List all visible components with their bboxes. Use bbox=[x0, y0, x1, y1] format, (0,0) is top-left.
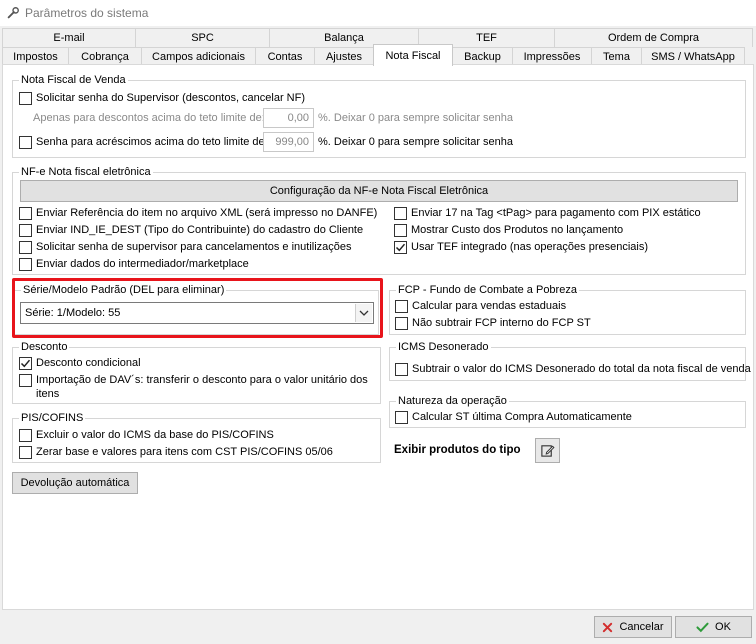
group-nota-fiscal-venda: Nota Fiscal de Venda Solicitar senha do … bbox=[12, 73, 746, 158]
check-row-calcular-st[interactable]: Calcular ST última Compra Automaticament… bbox=[395, 410, 632, 424]
label-apenas-descontos: Apenas para descontos acima do teto limi… bbox=[33, 112, 265, 124]
check-row-zerar-base[interactable]: Zerar base e valores para itens com CST … bbox=[19, 445, 333, 459]
importacao-line-2: itens bbox=[36, 388, 60, 400]
checkbox-intermediador[interactable] bbox=[19, 258, 32, 271]
group-desconto: Desconto Desconto condicional Importação… bbox=[12, 340, 381, 404]
check-row-pix-estatico[interactable]: Enviar 17 na Tag <tPag> para pagamento c… bbox=[394, 206, 701, 220]
tab-ordem-compra[interactable]: Ordem de Compra bbox=[554, 28, 753, 47]
tab-spc[interactable]: SPC bbox=[135, 28, 270, 47]
checkbox-zerar-base[interactable] bbox=[19, 446, 32, 459]
cancel-button[interactable]: Cancelar bbox=[594, 616, 672, 638]
check-row-usar-tef[interactable]: Usar TEF integrado (nas operações presen… bbox=[394, 240, 648, 254]
legend-nota-fiscal-venda: Nota Fiscal de Venda bbox=[19, 73, 128, 87]
checkbox-calcular-st[interactable] bbox=[395, 411, 408, 424]
group-icms-desonerado: ICMS Desonerado Subtrair o valor do ICMS… bbox=[389, 340, 751, 381]
checkbox-excluir-icms-pis[interactable] bbox=[19, 429, 32, 442]
importacao-line-1: Importação de DAV´s: transferir o descon… bbox=[36, 374, 368, 386]
check-row-importacao-dav[interactable]: Importação de DAV´s: transferir o descon… bbox=[19, 373, 368, 401]
label-senha-suffix: %. Deixar 0 para sempre solicitar senha bbox=[318, 136, 514, 148]
legend-natureza-operacao: Natureza da operação bbox=[396, 394, 509, 408]
check-icon bbox=[20, 359, 31, 368]
checkbox-mostrar-custo[interactable] bbox=[394, 224, 407, 237]
legend-icms-desonerado: ICMS Desonerado bbox=[396, 340, 491, 354]
check-row-nao-subtrair-fcp[interactable]: Não subtrair FCP interno do FCP ST bbox=[395, 316, 591, 330]
checkbox-senha-acrescimos[interactable] bbox=[19, 136, 32, 149]
legend-desconto: Desconto bbox=[19, 340, 70, 354]
check-row-enviar-referencia[interactable]: Enviar Referência do item no arquivo XML… bbox=[19, 206, 377, 220]
close-icon bbox=[602, 622, 613, 633]
checkbox-importacao-dav[interactable] bbox=[19, 374, 32, 387]
wrench-icon bbox=[5, 5, 21, 21]
checkbox-calcular-estaduais[interactable] bbox=[395, 300, 408, 313]
tab-email[interactable]: E-mail bbox=[2, 28, 136, 47]
check-icon bbox=[395, 243, 406, 252]
checkbox-usar-tef[interactable] bbox=[394, 241, 407, 254]
devolucao-automatica-button[interactable]: Devolução automática bbox=[12, 472, 138, 494]
checkbox-pix-estatico[interactable] bbox=[394, 207, 407, 220]
config-nfe-button[interactable]: Configuração da NF-e Nota Fiscal Eletrôn… bbox=[20, 180, 738, 202]
input-apenas-descontos[interactable]: 0,00 bbox=[263, 108, 314, 128]
check-row-enviar-ind-ie-dest[interactable]: Enviar IND_IE_DEST (Tipo do Contribuinte… bbox=[19, 223, 363, 237]
checkbox-solicitar-senha[interactable] bbox=[19, 92, 32, 105]
check-row-subtrair-icms[interactable]: Subtrair o valor do ICMS Desonerado do t… bbox=[395, 362, 751, 376]
input-senha-acrescimos[interactable]: 999,00 bbox=[263, 132, 314, 152]
serie-modelo-select[interactable]: Série: 1/Modelo: 55 bbox=[20, 302, 374, 324]
check-row-calcular-estaduais[interactable]: Calcular para vendas estaduais bbox=[395, 299, 566, 313]
check-row-senha-cancelamentos[interactable]: Solicitar senha de supervisor para cance… bbox=[19, 240, 352, 254]
legend-fcp: FCP - Fundo de Combate a Pobreza bbox=[396, 283, 579, 297]
group-natureza-operacao: Natureza da operação Calcular ST última … bbox=[389, 394, 746, 428]
chevron-down-icon[interactable] bbox=[355, 304, 372, 322]
check-row-intermediador[interactable]: Enviar dados do intermediador/marketplac… bbox=[19, 257, 249, 271]
title-bar: Parâmetros do sistema bbox=[0, 0, 756, 26]
check-row-desconto-condicional[interactable]: Desconto condicional bbox=[19, 356, 141, 370]
group-nfe: NF-e Nota fiscal eletrônica Configuração… bbox=[12, 165, 746, 275]
ok-button[interactable]: OK bbox=[675, 616, 752, 638]
label-apenas-suffix: %. Deixar 0 para sempre solicitar senha bbox=[318, 112, 514, 124]
group-serie-modelo: Série/Modelo Padrão (DEL para eliminar) … bbox=[14, 283, 379, 335]
check-icon bbox=[696, 622, 709, 633]
checkbox-desconto-condicional[interactable] bbox=[19, 357, 32, 370]
checkbox-enviar-ind-ie-dest[interactable] bbox=[19, 224, 32, 237]
legend-nfe: NF-e Nota fiscal eletrônica bbox=[19, 165, 153, 179]
legend-serie-modelo: Série/Modelo Padrão (DEL para eliminar) bbox=[21, 283, 227, 297]
check-row-excluir-icms-pis[interactable]: Excluir o valor do ICMS da base do PIS/C… bbox=[19, 428, 274, 442]
group-fcp: FCP - Fundo de Combate a Pobreza Calcula… bbox=[389, 283, 746, 335]
checkbox-senha-cancelamentos[interactable] bbox=[19, 241, 32, 254]
window-title: Parâmetros do sistema bbox=[25, 6, 149, 20]
group-pis-cofins: PIS/COFINS Excluir o valor do ICMS da ba… bbox=[12, 411, 381, 463]
checkbox-nao-subtrair-fcp[interactable] bbox=[395, 317, 408, 330]
exibir-produtos-button[interactable] bbox=[535, 438, 560, 463]
legend-pis-cofins: PIS/COFINS bbox=[19, 411, 86, 425]
check-row-senha-acrescimos[interactable]: Senha para acréscimos acima do teto limi… bbox=[19, 135, 268, 149]
checkbox-enviar-referencia[interactable] bbox=[19, 207, 32, 220]
exibir-produtos-label: Exibir produtos do tipo bbox=[394, 444, 521, 456]
check-row-mostrar-custo[interactable]: Mostrar Custo dos Produtos no lançamento bbox=[394, 223, 623, 237]
edit-icon bbox=[541, 445, 555, 457]
checkbox-subtrair-icms[interactable] bbox=[395, 363, 408, 376]
check-row-solicitar-senha[interactable]: Solicitar senha do Supervisor (descontos… bbox=[19, 91, 305, 105]
tab-nota-fiscal[interactable]: Nota Fiscal bbox=[373, 44, 453, 66]
